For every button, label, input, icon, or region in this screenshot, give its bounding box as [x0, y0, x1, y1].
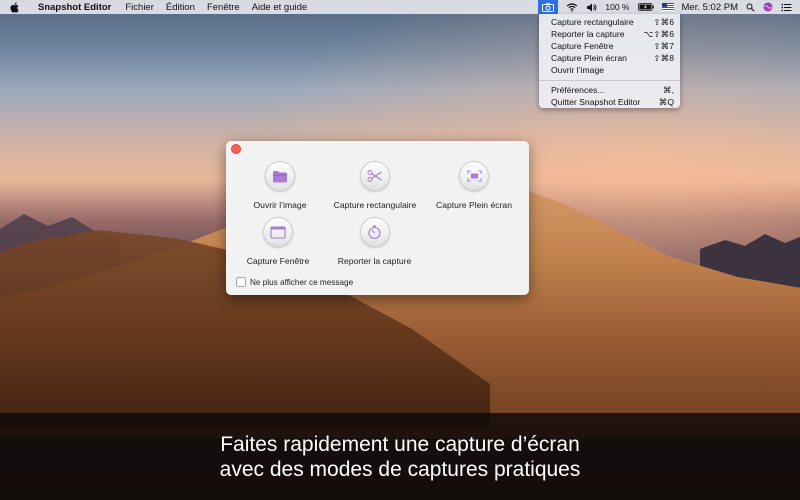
capture-fullscreen-tool[interactable]: Capture Plein écran	[436, 161, 512, 210]
dont-show-again-checkbox[interactable]	[236, 277, 246, 287]
menu-item-capture-fenetre[interactable]: Capture Fenêtre ⇧⌘7	[539, 40, 680, 52]
close-button[interactable]	[231, 144, 241, 154]
notification-center-icon[interactable]	[781, 3, 792, 12]
capture-window-tool[interactable]: Capture Fenêtre	[247, 217, 309, 266]
menu-item-reporter-capture[interactable]: Reporter la capture ⌥⇧⌘6	[539, 28, 680, 40]
tool-label: Capture rectangulaire	[333, 200, 417, 210]
menubar-extras: 100 % Mer. 5:02 PM	[538, 0, 800, 14]
menu-item-capture-plein-ecran[interactable]: Capture Plein écran ⇧⌘8	[539, 52, 680, 64]
menu-item-label: Ouvrir l’image	[551, 65, 605, 75]
menu-item-label: Quitter Snapshot Editor	[551, 97, 641, 107]
menu-separator	[539, 80, 680, 81]
tool-label: Reporter la capture	[337, 256, 412, 266]
tool-label: Capture Fenêtre	[246, 256, 310, 266]
window-icon	[263, 217, 293, 247]
delay-capture-tool[interactable]: Reporter la capture	[336, 217, 413, 266]
flag-icon[interactable]	[661, 3, 674, 11]
dont-show-again-row: Ne plus afficher ce message	[236, 277, 353, 287]
camera-icon[interactable]	[538, 0, 559, 14]
menu-item-label: Capture Fenêtre	[551, 41, 614, 51]
menu-item-shortcut: ⇧⌘7	[653, 40, 674, 51]
menu-item-shortcut: ⌥⇧⌘6	[643, 28, 674, 39]
tool-label: Capture Plein écran	[436, 200, 512, 210]
menu-item-label: Reporter la capture	[551, 29, 625, 39]
caption-band: Faites rapidement une capture d’écran av…	[0, 413, 800, 500]
scissors-icon	[360, 161, 390, 191]
menu-fichier[interactable]: Fichier	[125, 2, 154, 13]
tool-label: Ouvrir l’image	[253, 200, 307, 210]
app-menu[interactable]: Snapshot Editor	[38, 2, 111, 13]
open-image-tool[interactable]: Ouvrir l’image	[250, 161, 310, 210]
fullscreen-icon	[459, 161, 489, 191]
menu-item-shortcut: ⌘Q	[658, 96, 674, 107]
menu-bar: Snapshot Editor Fichier Édition Fenêtre …	[0, 0, 800, 14]
apple-icon[interactable]	[10, 1, 24, 13]
snapshot-menu: Capture rectangulaire ⇧⌘6 Reporter la ca…	[539, 14, 680, 108]
caption-line-1: Faites rapidement une capture d’écran	[220, 432, 580, 456]
menu-item-label: Capture rectangulaire	[551, 17, 634, 27]
caption-line-2: avec des modes de captures pratiques	[219, 457, 581, 481]
menu-item-shortcut: ⇧⌘6	[653, 16, 674, 27]
wifi-icon[interactable]	[566, 2, 578, 12]
folder-icon	[265, 161, 295, 191]
menu-fenetre[interactable]: Fenêtre	[207, 2, 240, 13]
capture-rectangle-tool[interactable]: Capture rectangulaire	[333, 161, 417, 210]
battery-percent: 100 %	[605, 2, 630, 12]
menu-item-label: Préférences...	[551, 85, 605, 95]
battery-icon[interactable]	[637, 3, 654, 11]
spotlight-icon[interactable]	[746, 3, 755, 12]
clock[interactable]: Mer. 5:02 PM	[682, 2, 739, 13]
menu-item-shortcut: ⌘,	[663, 84, 674, 95]
menu-item-ouvrir-image[interactable]: Ouvrir l’image	[539, 64, 680, 76]
menu-item-label: Capture Plein écran	[551, 53, 627, 63]
timer-icon	[359, 217, 390, 247]
menu-item-capture-rectangulaire[interactable]: Capture rectangulaire ⇧⌘6	[539, 16, 680, 28]
welcome-dialog: Ouvrir l’image Capture rectangulaire Cap…	[226, 141, 529, 295]
siri-icon[interactable]	[763, 2, 773, 12]
menu-item-shortcut: ⇧⌘8	[653, 52, 674, 63]
volume-icon[interactable]	[586, 3, 597, 12]
checkbox-label: Ne plus afficher ce message	[250, 277, 354, 287]
menu-item-quitter[interactable]: Quitter Snapshot Editor ⌘Q	[539, 96, 680, 108]
menu-edition[interactable]: Édition	[166, 2, 195, 13]
menu-aide[interactable]: Aide et guide	[252, 2, 307, 13]
menu-item-preferences[interactable]: Préférences... ⌘,	[539, 84, 680, 96]
